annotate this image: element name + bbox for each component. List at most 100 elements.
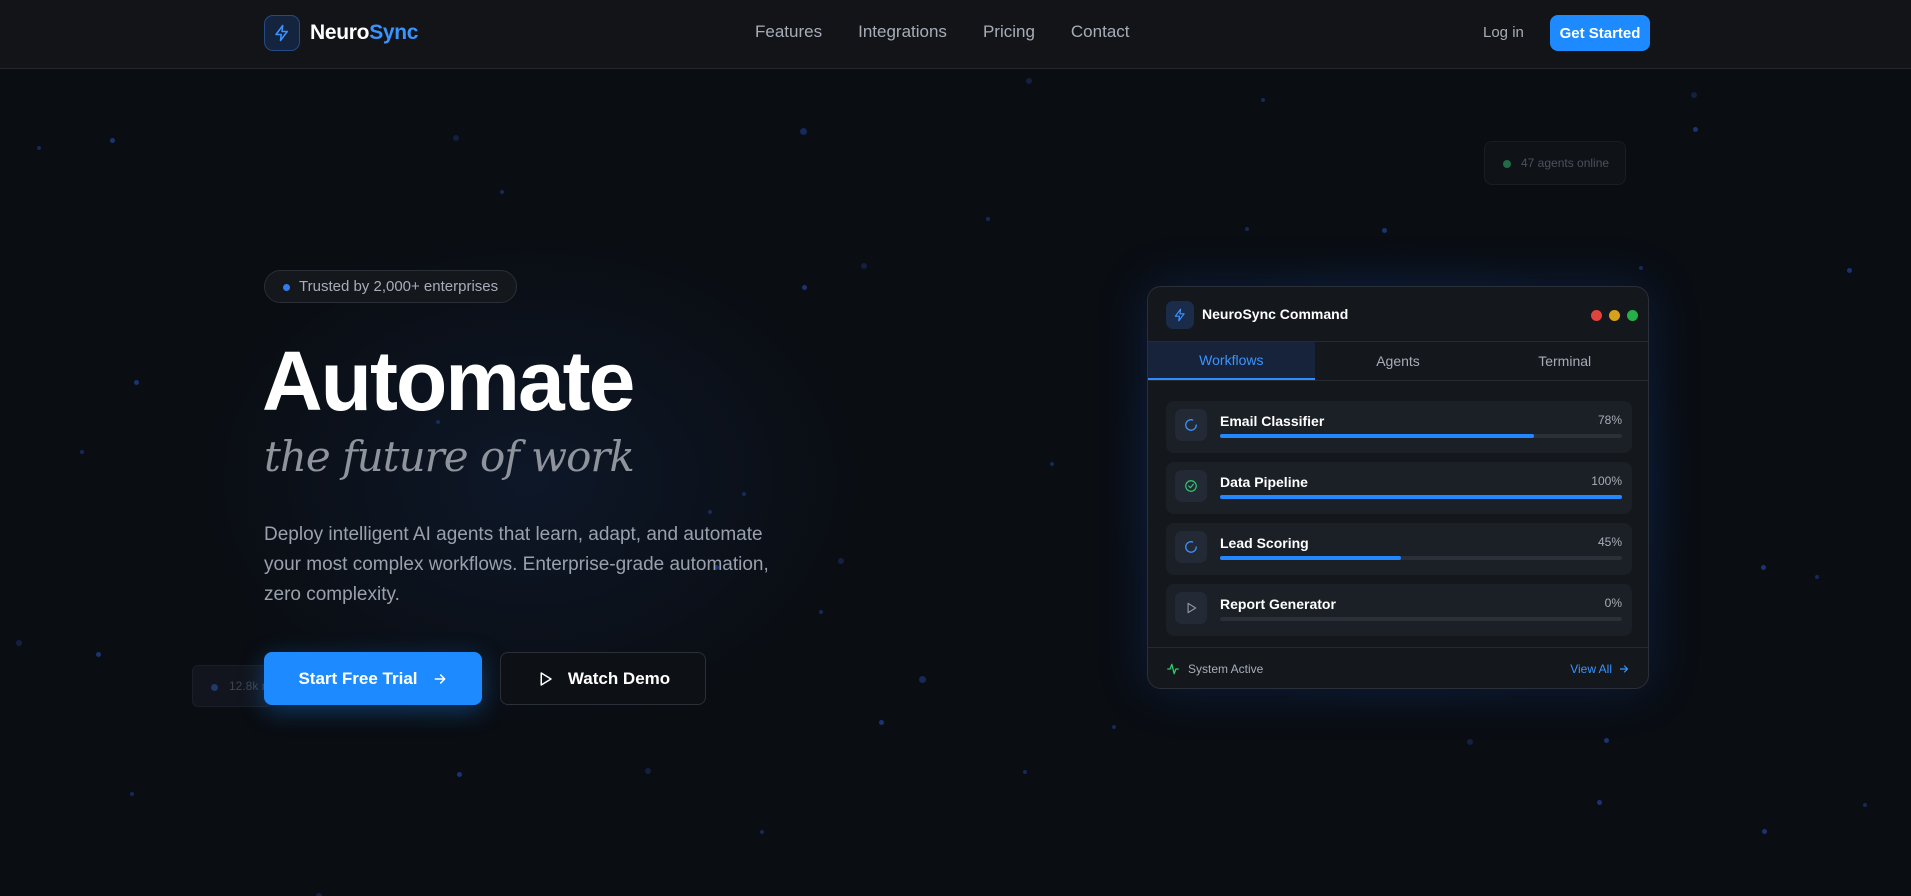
particle-dot — [37, 146, 41, 150]
tab-terminal[interactable]: Terminal — [1481, 342, 1648, 380]
ghost-stat-badge: 12.8k r — [192, 665, 272, 707]
workflow-percent: 100% — [1591, 474, 1622, 488]
particle-dot — [879, 720, 884, 725]
play-icon — [540, 671, 552, 686]
progress-fill — [1220, 495, 1622, 499]
status-dot-icon — [211, 684, 218, 691]
particle-dot — [96, 652, 101, 657]
watch-demo-label: Watch Demo — [567, 668, 671, 688]
particle-dot — [1467, 739, 1473, 745]
window-maximize-dot[interactable] — [1627, 310, 1638, 321]
trust-badge: Trusted by 2,000+ enterprises — [264, 270, 518, 303]
particle-dot — [1762, 829, 1767, 834]
particle-dot — [1245, 227, 1249, 231]
arrow-right-icon — [1619, 665, 1629, 673]
particle-dot — [1693, 127, 1698, 132]
brand-name: NeuroSync — [310, 21, 418, 45]
panel-tabs: Workflows Agents Terminal — [1148, 342, 1648, 381]
start-free-trial-label: Start Free Trial — [298, 668, 418, 688]
particle-dot — [1604, 738, 1609, 743]
play-icon — [1175, 592, 1207, 624]
tab-workflows[interactable]: Workflows — [1148, 342, 1315, 380]
workflow-row[interactable]: Lead Scoring 45% — [1166, 523, 1632, 575]
badge-dot-icon — [283, 284, 290, 291]
workflow-percent: 0% — [1604, 596, 1622, 610]
particle-dot — [919, 676, 926, 683]
particle-dot — [500, 190, 504, 194]
particle-dot — [708, 510, 712, 514]
particle-dot — [986, 217, 990, 221]
nav-link-integrations[interactable]: Integrations — [858, 22, 947, 42]
main-nav: Features Integrations Pricing Contact — [755, 22, 1130, 42]
particle-dot — [1597, 800, 1602, 805]
arrow-right-icon — [434, 673, 445, 684]
particle-dot — [1691, 92, 1697, 98]
status-dot-icon — [1503, 160, 1511, 168]
progress-fill — [1220, 556, 1401, 560]
particle-dot — [457, 772, 462, 777]
trust-badge-text: Trusted by 2,000+ enterprises — [299, 278, 499, 295]
tab-agents[interactable]: Agents — [1315, 342, 1482, 380]
particle-dot — [1815, 575, 1819, 579]
workflow-name: Lead Scoring — [1220, 535, 1309, 551]
particle-dot — [1639, 266, 1643, 270]
brand-name-part2: Sync — [369, 21, 419, 44]
particle-dot — [861, 263, 867, 269]
particle-dot — [16, 640, 22, 646]
particle-dot — [742, 492, 746, 496]
loading-icon — [1175, 531, 1207, 563]
system-status: System Active — [1166, 662, 1263, 676]
progress-track — [1220, 556, 1622, 560]
particle-dot — [1761, 565, 1766, 570]
workflow-row[interactable]: Report Generator 0% — [1166, 584, 1632, 636]
workflow-row[interactable]: Email Classifier 78% — [1166, 401, 1632, 453]
hero-title: Automate — [262, 334, 635, 428]
particle-dot — [1847, 268, 1852, 273]
particle-dot — [800, 128, 807, 135]
progress-fill — [1220, 434, 1534, 438]
workflow-name: Report Generator — [1220, 596, 1336, 612]
brand-logo[interactable]: NeuroSync — [264, 15, 418, 51]
particle-dot — [1050, 462, 1054, 466]
particle-dot — [1026, 78, 1032, 84]
activity-icon — [1167, 663, 1179, 675]
nav-link-contact[interactable]: Contact — [1071, 22, 1130, 42]
start-free-trial-button[interactable]: Start Free Trial — [264, 652, 482, 705]
get-started-button[interactable]: Get Started — [1550, 15, 1650, 51]
bolt-icon — [1166, 301, 1194, 329]
workflow-name: Data Pipeline — [1220, 474, 1308, 490]
brand-name-part1: Neuro — [310, 21, 370, 44]
bolt-icon — [264, 15, 300, 51]
hero-subtitle: the future of work — [264, 432, 635, 481]
login-link[interactable]: Log in — [1483, 24, 1524, 41]
particle-dot — [838, 558, 844, 564]
site-header: NeuroSync Features Integrations Pricing … — [0, 0, 1911, 69]
particle-dot — [134, 380, 139, 385]
hero-description: Deploy intelligent AI agents that learn,… — [264, 524, 769, 605]
view-all-link[interactable]: View All — [1570, 662, 1630, 676]
particle-dot — [760, 830, 764, 834]
progress-track — [1220, 434, 1622, 438]
particle-dot — [110, 138, 115, 143]
particle-dot — [130, 792, 134, 796]
window-minimize-dot[interactable] — [1609, 310, 1620, 321]
nav-link-features[interactable]: Features — [755, 22, 822, 42]
particle-dot — [1261, 98, 1265, 102]
watch-demo-button[interactable]: Watch Demo — [500, 652, 706, 705]
progress-track — [1220, 495, 1622, 499]
workflow-percent: 45% — [1597, 535, 1622, 549]
particle-dot — [645, 768, 651, 774]
particle-dot — [1863, 803, 1867, 807]
workflow-row[interactable]: Data Pipeline 100% — [1166, 462, 1632, 514]
workflow-list: Email Classifier 78% Data Pipeline 100% Lead… — [1166, 401, 1632, 645]
command-panel: NeuroSync Command Workflows Agents Termi… — [1147, 286, 1649, 689]
particle-dot — [1382, 228, 1387, 233]
loading-icon — [1175, 409, 1207, 441]
progress-track — [1220, 617, 1622, 621]
agents-online-badge: 47 agents online — [1484, 141, 1626, 185]
agents-online-text: 47 agents online — [1521, 156, 1610, 170]
ghost-stat-text: 12.8k r — [229, 679, 266, 693]
window-close-dot[interactable] — [1591, 310, 1602, 321]
particle-dot — [80, 450, 84, 454]
nav-link-pricing[interactable]: Pricing — [983, 22, 1035, 42]
